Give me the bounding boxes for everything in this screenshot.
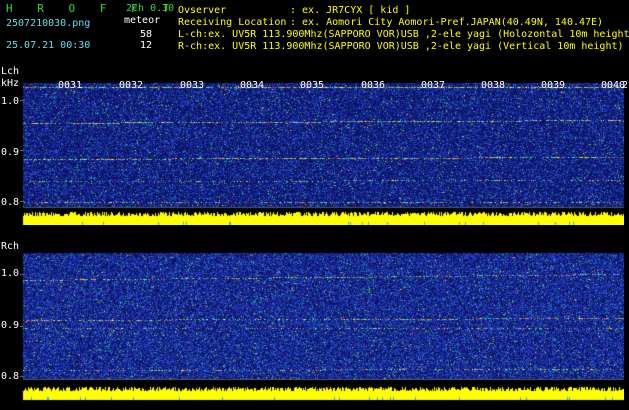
lch-info: L-ch:ex. UV5R 113.900Mhz(SAPPORO VOR)USB… [178,29,629,40]
lch-spectrogram [20,80,624,225]
observer-label: Ovserver [178,5,227,16]
time-label-0032: 0032 [119,80,144,91]
time-label-0036: 0036 [361,80,386,91]
rch-label: Rch [1,241,20,252]
rch-tick-0-8: 0.8 [1,371,20,382]
time-label-0033: 0033 [180,80,205,91]
hroft-spectrogram-window: { "header": { "brand": "H R O F F T", "m… [0,0,629,410]
rch-tick-0-9: 0.9 [1,320,20,331]
filename: 2507210030.png [6,18,91,29]
rch-info: R-ch:ex. UV5R 113.900Mhz(SAPPORO VOR)USB… [178,41,624,52]
time-label-0038: 0038 [481,80,506,91]
lch-label: Lch [1,66,20,77]
location-label: Receiving Location [178,17,287,28]
lch-tick-1-0: 1.0 [1,96,20,107]
lch-unit: kHz [1,78,20,89]
meteor-count-lch: 58 [140,29,153,40]
time-label-0037: 0037 [421,80,446,91]
mode-label: 2ch 0.30 [126,3,175,14]
meteor-label: meteor [124,15,161,26]
meteor-count-rch: 12 [140,40,153,51]
time-label-2: 2 [622,80,629,91]
lch-tick-0-9: 0.9 [1,147,20,158]
time-label-0031: 0031 [58,80,83,91]
rch-spectrogram [20,250,624,410]
location-value: : ex. Aomori City Aomori-Pref.JAPAN(40.4… [290,17,604,28]
time-label-0035: 0035 [300,80,325,91]
observer-value: : ex. JR7CYX [ kid ] [290,5,411,16]
time-label-0034: 0034 [240,80,265,91]
time-label-0039: 0039 [541,80,566,91]
rch-tick-1-0: 1.0 [1,268,20,279]
datetime: 25.07.21 00:30 [6,40,91,51]
lch-tick-0-8: 0.8 [1,197,20,208]
